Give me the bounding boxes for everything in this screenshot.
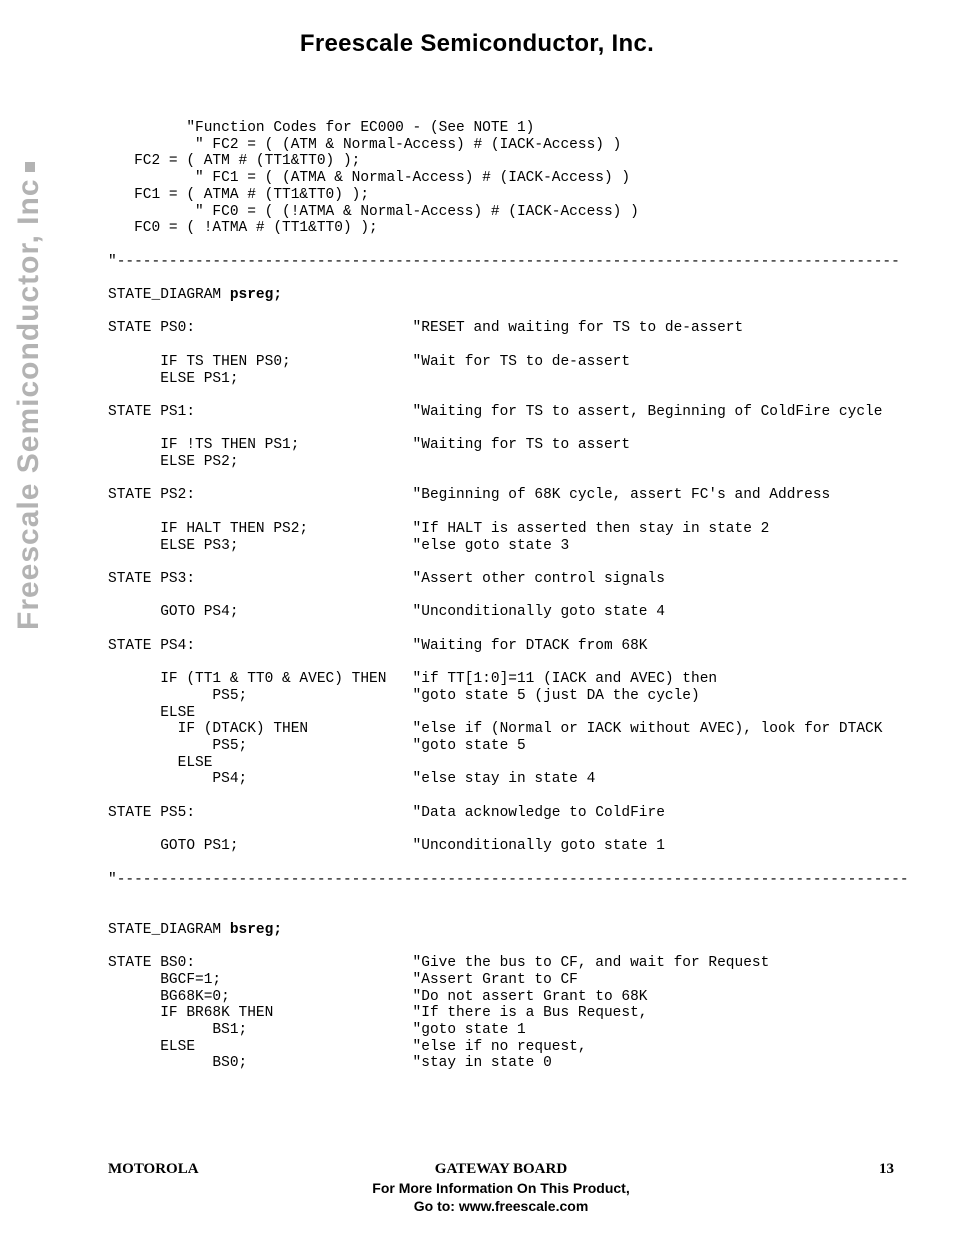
footer-info-line1: For More Information On This Product,	[108, 1180, 894, 1198]
footer-left: MOTOROLA	[108, 1161, 199, 1178]
page-footer: MOTOROLA GATEWAY BOARD 13 For More Infor…	[108, 1161, 894, 1215]
watermark-text: Freescale Semiconductor, Inc	[12, 162, 46, 630]
footer-page-number: 13	[879, 1161, 894, 1178]
watermark-label: Freescale Semiconductor, Inc	[12, 178, 45, 630]
footer-center: GATEWAY BOARD	[108, 1161, 894, 1178]
watermark-dot-icon	[25, 162, 35, 172]
footer-info-line2: Go to: www.freescale.com	[108, 1198, 894, 1216]
footer-row: MOTOROLA GATEWAY BOARD 13	[108, 1161, 894, 1178]
code-block: "Function Codes for EC000 - (See NOTE 1)…	[108, 120, 909, 1072]
page-title: Freescale Semiconductor, Inc.	[0, 30, 954, 58]
footer-info: For More Information On This Product, Go…	[108, 1180, 894, 1215]
